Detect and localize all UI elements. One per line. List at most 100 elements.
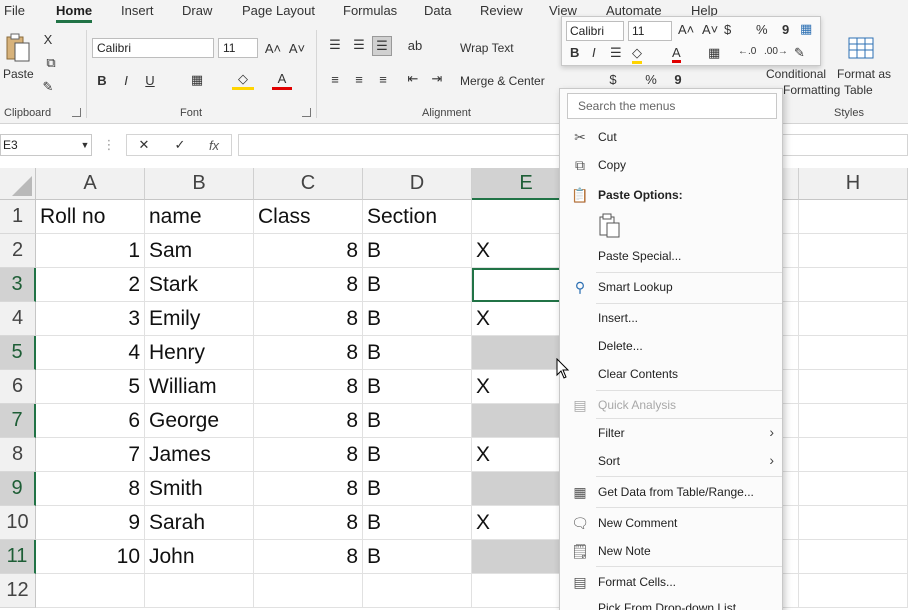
paste-icon[interactable] bbox=[4, 32, 32, 64]
insert-function-icon[interactable]: fx bbox=[205, 137, 223, 153]
format-painter-icon[interactable]: ✎ bbox=[40, 78, 56, 96]
cell-h12[interactable] bbox=[799, 574, 908, 608]
bold-button[interactable]: B bbox=[94, 70, 110, 90]
paste-button-label[interactable]: Paste bbox=[3, 67, 34, 81]
cell-a8[interactable]: 7 bbox=[36, 438, 145, 472]
percent-button[interactable]: % bbox=[642, 70, 660, 88]
row-header[interactable]: 9 bbox=[0, 472, 36, 506]
menu-item-paste-special[interactable]: Paste Special... bbox=[560, 243, 782, 269]
tab-page-layout[interactable]: Page Layout bbox=[242, 3, 315, 18]
tab-data[interactable]: Data bbox=[424, 3, 451, 18]
cell-d5[interactable]: B bbox=[363, 336, 472, 370]
row-header[interactable]: 11 bbox=[0, 540, 36, 574]
wrap-text-button[interactable]: Wrap Text bbox=[460, 41, 514, 55]
cell-b2[interactable]: Sam bbox=[145, 234, 254, 268]
cell-a5[interactable]: 4 bbox=[36, 336, 145, 370]
font-name-select[interactable]: Calibri bbox=[92, 38, 214, 58]
conditional-formatting-label[interactable]: Conditional bbox=[766, 67, 826, 81]
cell-a1[interactable]: Roll no bbox=[36, 200, 145, 234]
cell-h10[interactable] bbox=[799, 506, 908, 540]
merge-center-button[interactable]: Merge & Center bbox=[460, 74, 545, 88]
align-center-icon[interactable]: ≡ bbox=[350, 70, 368, 88]
select-all-button[interactable] bbox=[0, 168, 36, 200]
cell-c6[interactable]: 8 bbox=[254, 370, 363, 404]
cell-h7[interactable] bbox=[799, 404, 908, 438]
cell-c11[interactable]: 8 bbox=[254, 540, 363, 574]
align-bottom-icon[interactable]: ☰ bbox=[372, 36, 392, 56]
cell-c3[interactable]: 8 bbox=[254, 268, 363, 302]
menu-item-clear-contents[interactable]: Clear Contents bbox=[560, 361, 782, 387]
row-header[interactable]: 12 bbox=[0, 574, 36, 608]
cell-c10[interactable]: 8 bbox=[254, 506, 363, 540]
row-header[interactable]: 8 bbox=[0, 438, 36, 472]
mini-fill-color-button[interactable]: ◇ bbox=[632, 45, 642, 64]
row-header[interactable]: 7 bbox=[0, 404, 36, 438]
mini-borders-icon[interactable]: ▦ bbox=[708, 45, 720, 61]
cell-d4[interactable]: B bbox=[363, 302, 472, 336]
menu-item-new-comment[interactable]: 🗨 New Comment bbox=[560, 510, 782, 536]
cell-d12[interactable] bbox=[363, 574, 472, 608]
align-left-icon[interactable]: ≡ bbox=[326, 70, 344, 88]
cell-d10[interactable]: B bbox=[363, 506, 472, 540]
name-box[interactable]: E3 bbox=[0, 134, 92, 156]
cell-b1[interactable]: name bbox=[145, 200, 254, 234]
copy-icon[interactable]: ⧉ bbox=[40, 54, 62, 72]
cell-a3[interactable]: 2 bbox=[36, 268, 145, 302]
cell-a2[interactable]: 1 bbox=[36, 234, 145, 268]
mini-grow-font-button[interactable]: A˄ bbox=[678, 22, 694, 37]
menu-item-sort[interactable]: Sort › bbox=[560, 448, 782, 474]
menu-item-smart-lookup[interactable]: ⚲ Smart Lookup bbox=[560, 274, 782, 300]
cell-b10[interactable]: Sarah bbox=[145, 506, 254, 540]
cell-b4[interactable]: Emily bbox=[145, 302, 254, 336]
italic-button[interactable]: I bbox=[118, 70, 134, 90]
mini-shrink-font-button[interactable]: A˅ bbox=[702, 22, 718, 37]
cell-b5[interactable]: Henry bbox=[145, 336, 254, 370]
mini-font-color-button[interactable]: A bbox=[672, 45, 681, 63]
conditional-formatting-label-2[interactable]: Formatting bbox=[783, 83, 840, 97]
mini-percent-button[interactable]: % bbox=[756, 22, 768, 37]
mini-align-center-icon[interactable]: ☰ bbox=[610, 45, 622, 61]
row-header[interactable]: 4 bbox=[0, 302, 36, 336]
grow-font-button[interactable]: A˄ bbox=[264, 38, 282, 58]
cell-h1[interactable] bbox=[799, 200, 908, 234]
format-as-table-label-2[interactable]: Table bbox=[844, 83, 873, 97]
cell-b6[interactable]: William bbox=[145, 370, 254, 404]
cell-h4[interactable] bbox=[799, 302, 908, 336]
decrease-indent-icon[interactable]: ⇤ bbox=[404, 70, 422, 88]
increase-indent-icon[interactable]: ⇥ bbox=[428, 70, 446, 88]
tab-review[interactable]: Review bbox=[480, 3, 523, 18]
align-right-icon[interactable]: ≡ bbox=[374, 70, 392, 88]
menu-item-delete[interactable]: Delete... bbox=[560, 333, 782, 359]
fill-color-button[interactable]: ◇ bbox=[232, 70, 254, 90]
clipboard-launcher-icon[interactable] bbox=[72, 108, 81, 117]
tab-draw[interactable]: Draw bbox=[182, 3, 212, 18]
column-header-h[interactable]: H bbox=[799, 168, 908, 200]
cell-b7[interactable]: George bbox=[145, 404, 254, 438]
font-launcher-icon[interactable] bbox=[302, 108, 311, 117]
cell-h6[interactable] bbox=[799, 370, 908, 404]
row-header[interactable]: 10 bbox=[0, 506, 36, 540]
menu-item-cut[interactable]: ✂ Cut bbox=[560, 124, 782, 150]
cell-d6[interactable]: B bbox=[363, 370, 472, 404]
row-header[interactable]: 2 bbox=[0, 234, 36, 268]
mini-comma-button[interactable]: 9 bbox=[782, 22, 789, 37]
cell-h5[interactable] bbox=[799, 336, 908, 370]
row-header[interactable]: 1 bbox=[0, 200, 36, 234]
cell-a12[interactable] bbox=[36, 574, 145, 608]
cell-b11[interactable]: John bbox=[145, 540, 254, 574]
format-as-table-label[interactable]: Format as bbox=[837, 67, 891, 81]
row-header[interactable]: 3 bbox=[0, 268, 36, 302]
mini-italic-button[interactable]: I bbox=[592, 45, 596, 60]
font-color-button[interactable]: A bbox=[272, 70, 292, 90]
menu-item-filter[interactable]: Filter › bbox=[560, 420, 782, 446]
confirm-entry-icon[interactable]: ✓ bbox=[171, 137, 189, 153]
cell-b8[interactable]: James bbox=[145, 438, 254, 472]
column-header-c[interactable]: C bbox=[254, 168, 363, 200]
comma-style-button[interactable]: 9 bbox=[672, 70, 684, 88]
menu-item-copy[interactable]: ⧉ Copy bbox=[560, 152, 782, 178]
cell-c8[interactable]: 8 bbox=[254, 438, 363, 472]
cell-h9[interactable] bbox=[799, 472, 908, 506]
cell-d7[interactable]: B bbox=[363, 404, 472, 438]
cell-a10[interactable]: 9 bbox=[36, 506, 145, 540]
borders-icon[interactable]: ▦ bbox=[186, 70, 208, 90]
